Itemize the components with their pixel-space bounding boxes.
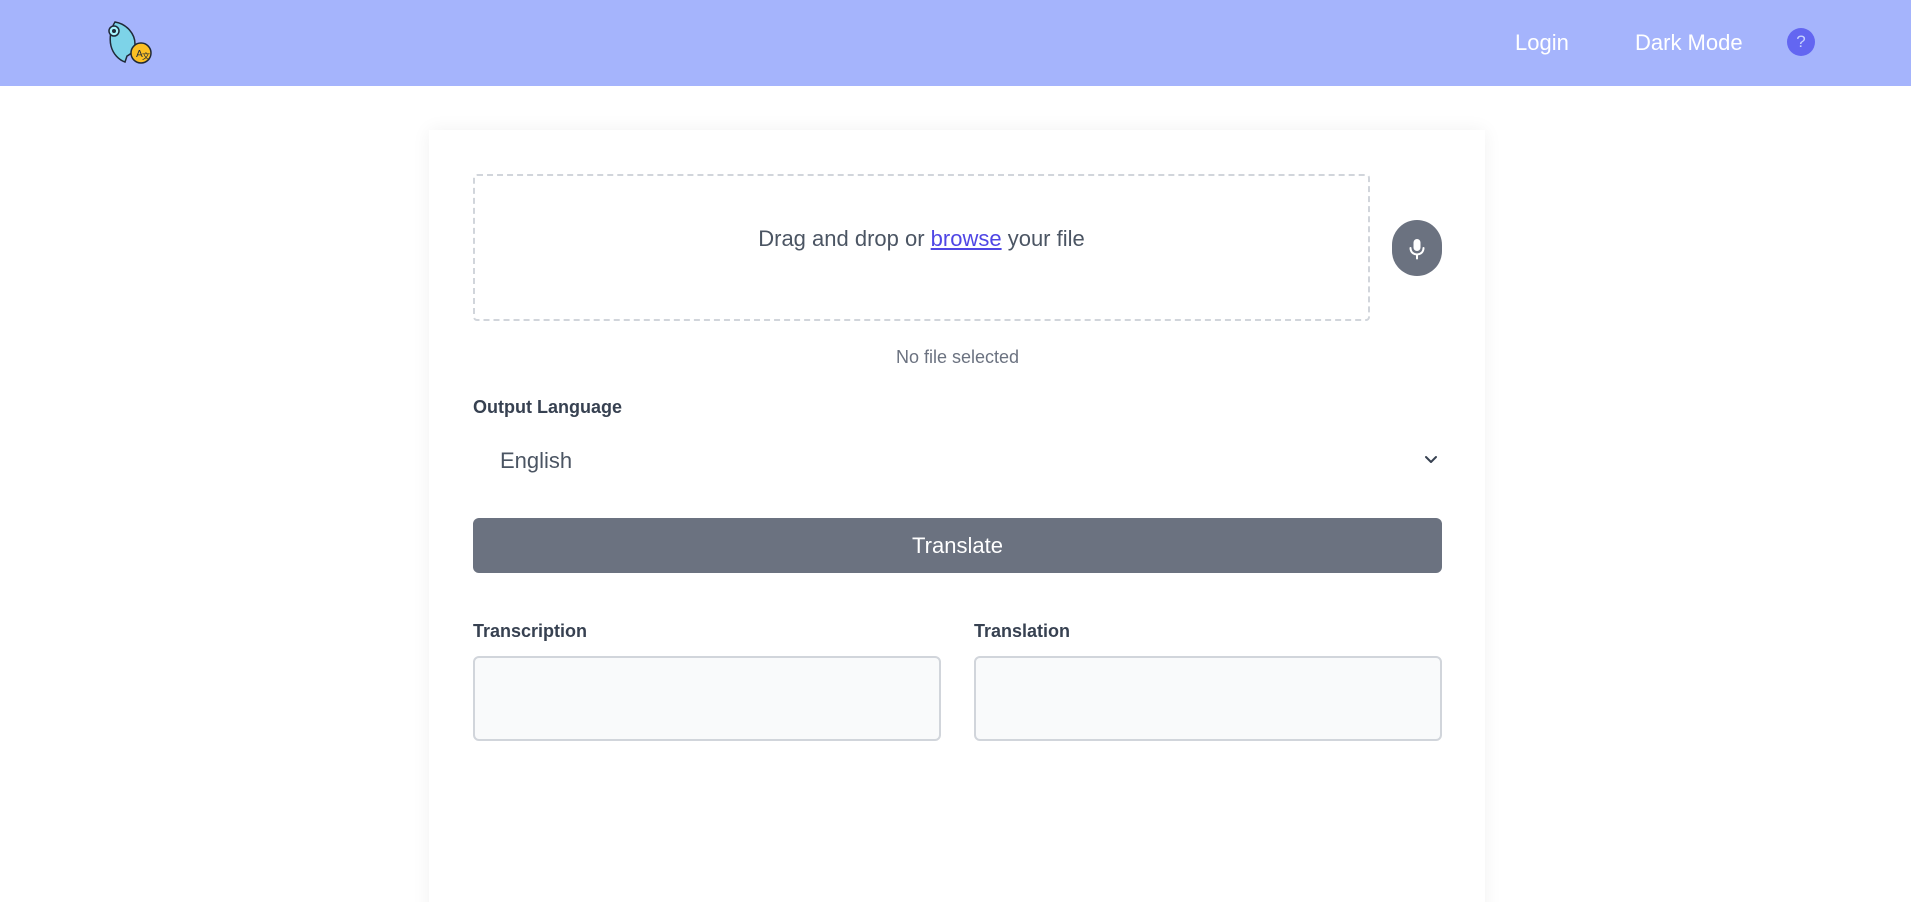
dropzone-prefix: Drag and drop or xyxy=(758,226,931,251)
top-navbar: A 文 Login Dark Mode ? xyxy=(0,0,1911,86)
transcription-label: Transcription xyxy=(473,621,588,641)
translate-button[interactable]: Translate xyxy=(473,518,1442,573)
file-status-text: No file selected xyxy=(895,347,1020,367)
svg-text:文: 文 xyxy=(142,51,150,61)
output-language-label: Output Language xyxy=(473,397,622,417)
browse-link[interactable]: browse xyxy=(931,226,1002,251)
selected-language: English xyxy=(500,448,573,473)
login-link[interactable]: Login xyxy=(1515,30,1569,56)
face-translate-logo-icon[interactable]: A 文 xyxy=(101,16,155,68)
file-dropzone[interactable]: Drag and drop or browse your file xyxy=(473,174,1370,321)
dropzone-suffix: your file xyxy=(1001,226,1085,251)
output-language-select[interactable]: English xyxy=(473,436,1442,482)
help-button[interactable]: ? xyxy=(1787,28,1815,56)
dark-mode-toggle[interactable]: Dark Mode xyxy=(1635,30,1743,56)
transcription-output[interactable] xyxy=(473,656,941,741)
microphone-icon xyxy=(1409,239,1425,260)
chevron-down-icon xyxy=(1424,452,1438,470)
translation-label: Translation xyxy=(974,621,1071,641)
translation-output[interactable] xyxy=(974,656,1442,741)
dropzone-text: Drag and drop or browse your file xyxy=(475,226,1368,252)
record-audio-button[interactable] xyxy=(1392,220,1442,276)
